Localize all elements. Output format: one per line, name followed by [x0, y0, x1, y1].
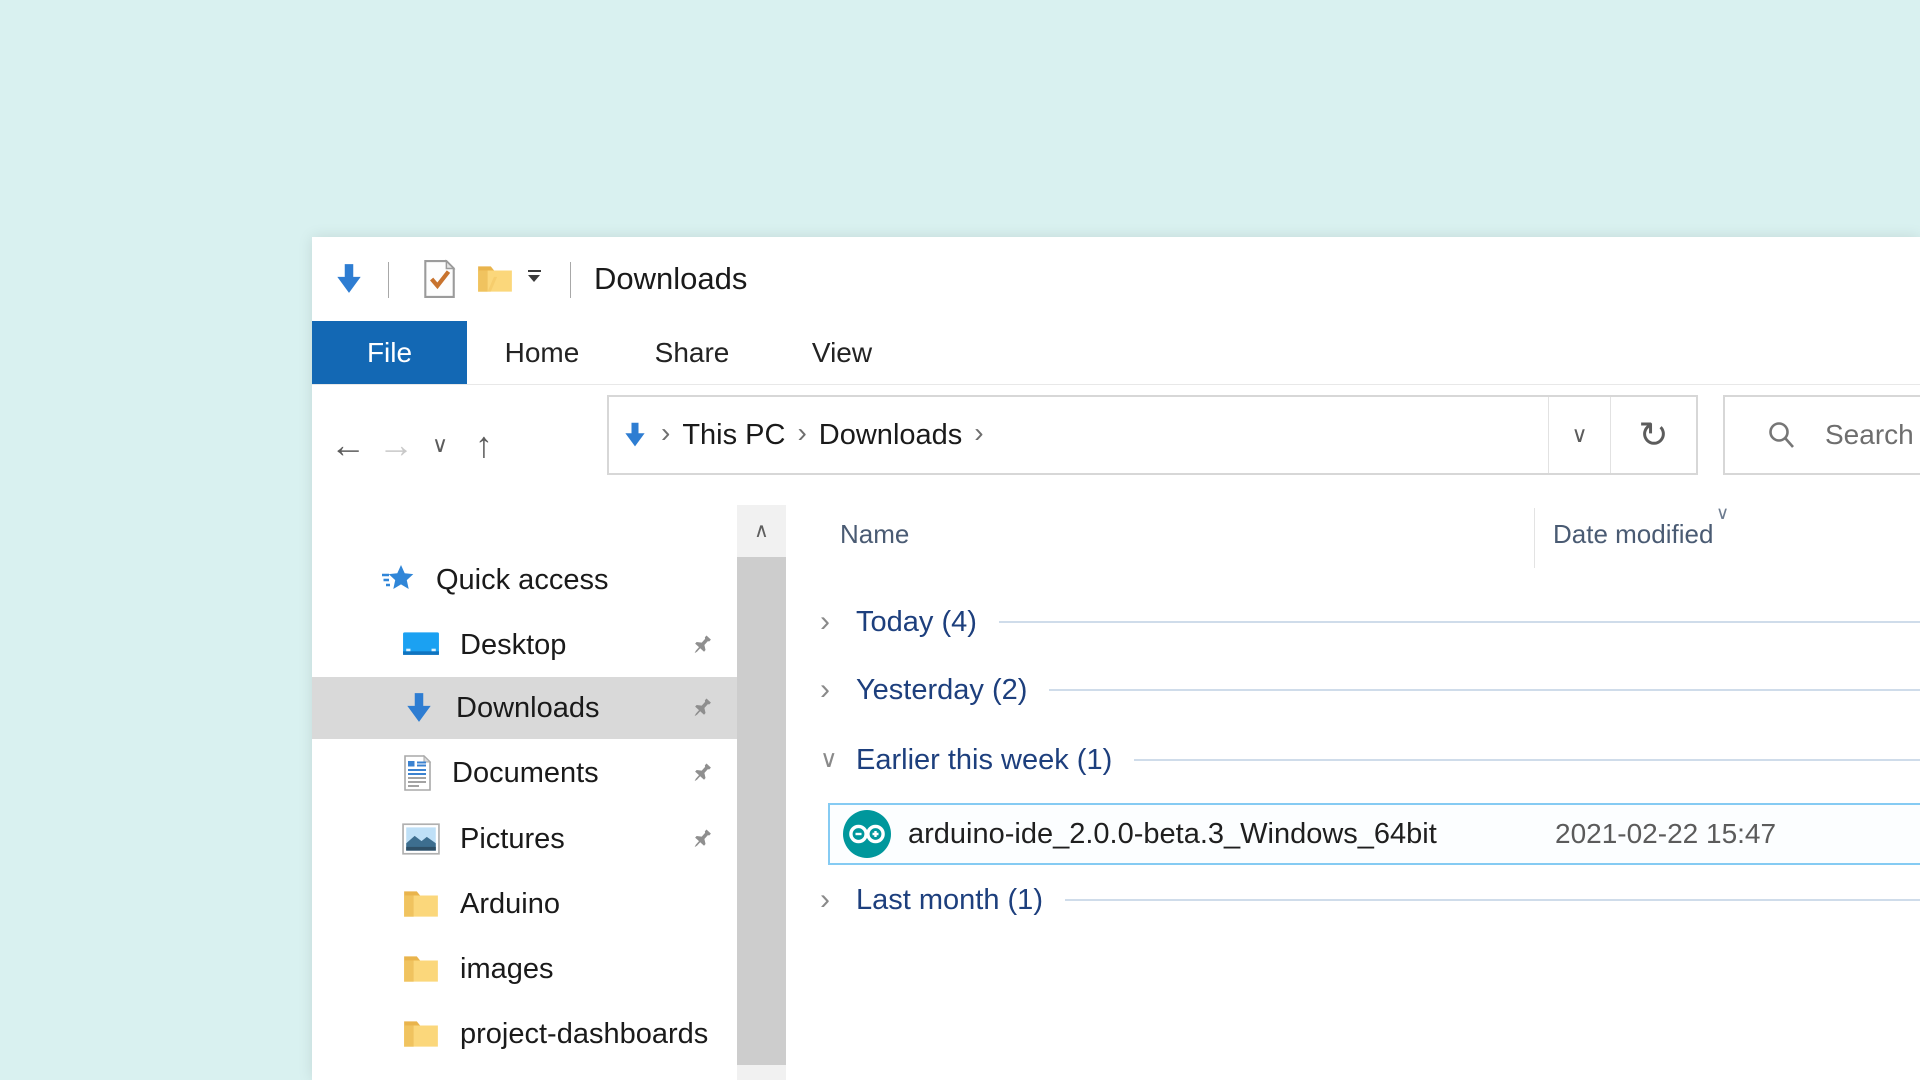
pin-icon	[685, 822, 719, 856]
sidebar-item-label: Quick access	[436, 564, 608, 597]
sidebar-item-documents[interactable]: Documents	[312, 742, 737, 804]
tab-view[interactable]: View	[767, 321, 917, 384]
toolbar-separator	[570, 262, 571, 298]
file-date-modified: 2021-02-22 15:47	[1555, 818, 1776, 850]
sidebar-item-pictures[interactable]: Pictures	[312, 808, 737, 870]
chevron-right-icon[interactable]: ›	[820, 675, 850, 705]
breadcrumb-chevron-icon: ›	[974, 417, 983, 453]
sort-descending-icon: ∨	[1716, 505, 1729, 524]
group-rule	[1065, 899, 1920, 901]
breadcrumb-this-pc[interactable]: This PC	[682, 419, 785, 452]
sidebar-item-project-dashboards[interactable]: project-dashboards	[312, 1003, 737, 1065]
file-name: arduino-ide_2.0.0-beta.3_Windows_64bit	[908, 818, 1437, 851]
group-header-yesterday[interactable]: › Yesterday (2)	[820, 667, 1920, 713]
caret-triangle-icon	[528, 275, 540, 282]
sidebar-item-label: Desktop	[460, 629, 566, 662]
recent-locations-dropdown[interactable]: ∨	[422, 385, 458, 505]
sidebar-item-desktop[interactable]: Desktop	[312, 614, 737, 676]
group-label: Yesterday (2)	[856, 674, 1027, 707]
arduino-icon	[842, 809, 892, 859]
scrollbar-thumb[interactable]	[737, 557, 786, 1065]
sidebar-item-label: Pictures	[460, 823, 565, 856]
group-label: Last month (1)	[856, 884, 1043, 917]
group-header-today[interactable]: › Today (4)	[820, 599, 1920, 645]
sidebar-item-label: project-dashboards	[460, 1018, 708, 1051]
pin-icon	[685, 691, 719, 725]
group-rule	[1134, 759, 1920, 761]
chevron-down-icon[interactable]: ∨	[820, 748, 850, 772]
pictures-icon	[402, 823, 440, 855]
downloads-arrow-icon	[621, 421, 649, 449]
pin-icon	[685, 756, 719, 790]
quick-access-star-icon	[380, 563, 416, 597]
tab-share[interactable]: Share	[617, 321, 767, 384]
downloads-arrow-icon	[402, 691, 436, 725]
file-row-arduino-ide[interactable]: arduino-ide_2.0.0-beta.3_Windows_64bit 2…	[828, 803, 1920, 865]
sidebar-item-quick-access[interactable]: Quick access	[312, 549, 737, 611]
window-title: Downloads	[594, 237, 747, 321]
column-separator[interactable]	[1534, 508, 1535, 568]
chevron-right-icon[interactable]: ›	[820, 885, 850, 915]
document-icon	[402, 755, 432, 791]
downloads-arrow-icon	[332, 262, 366, 296]
sidebar-item-label: Arduino	[460, 888, 560, 921]
tab-file[interactable]: File	[312, 321, 467, 384]
address-bar[interactable]: › This PC › Downloads › ∨ ↻	[607, 395, 1698, 475]
toolbar-separator	[388, 262, 389, 298]
desktop-background: Downloads File Home Share View ← → ∨ ↑ ›…	[0, 0, 1920, 1080]
group-label: Earlier this week (1)	[856, 744, 1112, 777]
back-button[interactable]: ←	[328, 385, 368, 505]
navigation-pane: Quick access Desktop	[312, 505, 737, 1080]
tab-home[interactable]: Home	[467, 321, 617, 384]
caret-line	[528, 270, 541, 272]
breadcrumb-chevron-icon: ›	[797, 417, 806, 453]
file-list-pane: Name Date modified ∨ › Today (4) › Yeste…	[786, 505, 1920, 1080]
breadcrumb-chevron-icon: ›	[661, 417, 670, 453]
sidebar-item-label: Documents	[452, 757, 599, 790]
up-button[interactable]: ↑	[464, 385, 504, 505]
sidebar-item-downloads[interactable]: Downloads	[312, 677, 737, 739]
column-header-date-modified[interactable]: Date modified	[1553, 519, 1713, 550]
folder-icon	[402, 1018, 440, 1050]
qat-properties-button[interactable]	[418, 237, 460, 321]
group-header-earlier-this-week[interactable]: ∨ Earlier this week (1)	[820, 737, 1920, 783]
sidebar-item-label: images	[460, 953, 554, 986]
folder-icon	[402, 888, 440, 920]
qat-customize-button[interactable]	[524, 270, 544, 282]
pin-icon	[685, 628, 719, 662]
scrollbar-up-icon[interactable]: ∧	[737, 505, 786, 555]
address-dropdown-button[interactable]: ∨	[1548, 397, 1610, 473]
refresh-button[interactable]: ↻	[1610, 397, 1696, 473]
qat-new-folder-button[interactable]	[474, 237, 516, 321]
ribbon-tab-strip: File Home Share View	[312, 321, 1920, 385]
qat-downloads-button[interactable]	[330, 237, 368, 321]
group-label: Today (4)	[856, 606, 977, 639]
search-input[interactable]: Search	[1723, 395, 1920, 475]
folder-icon	[402, 953, 440, 985]
forward-button[interactable]: →	[376, 385, 416, 505]
chevron-right-icon[interactable]: ›	[820, 607, 850, 637]
search-placeholder: Search	[1825, 419, 1914, 451]
navigation-bar: ← → ∨ ↑ › This PC › Downloads › ∨ ↻	[312, 385, 1920, 505]
sidebar-item-images[interactable]: images	[312, 938, 737, 1000]
group-header-last-month[interactable]: › Last month (1)	[820, 877, 1920, 923]
folder-icon	[476, 263, 514, 295]
sidebar-item-arduino[interactable]: Arduino	[312, 873, 737, 935]
group-rule	[999, 621, 1920, 623]
explorer-window: Downloads File Home Share View ← → ∨ ↑ ›…	[312, 237, 1920, 1080]
group-rule	[1049, 689, 1920, 691]
checkmark-document-icon	[420, 259, 458, 299]
breadcrumb-downloads[interactable]: Downloads	[819, 419, 962, 452]
desktop-icon	[402, 630, 440, 660]
search-icon	[1765, 419, 1797, 451]
title-bar: Downloads	[312, 237, 1920, 321]
sidebar-scrollbar[interactable]: ∧	[737, 505, 786, 1080]
sidebar-item-label: Downloads	[456, 692, 599, 725]
column-header-name[interactable]: Name	[840, 519, 909, 550]
